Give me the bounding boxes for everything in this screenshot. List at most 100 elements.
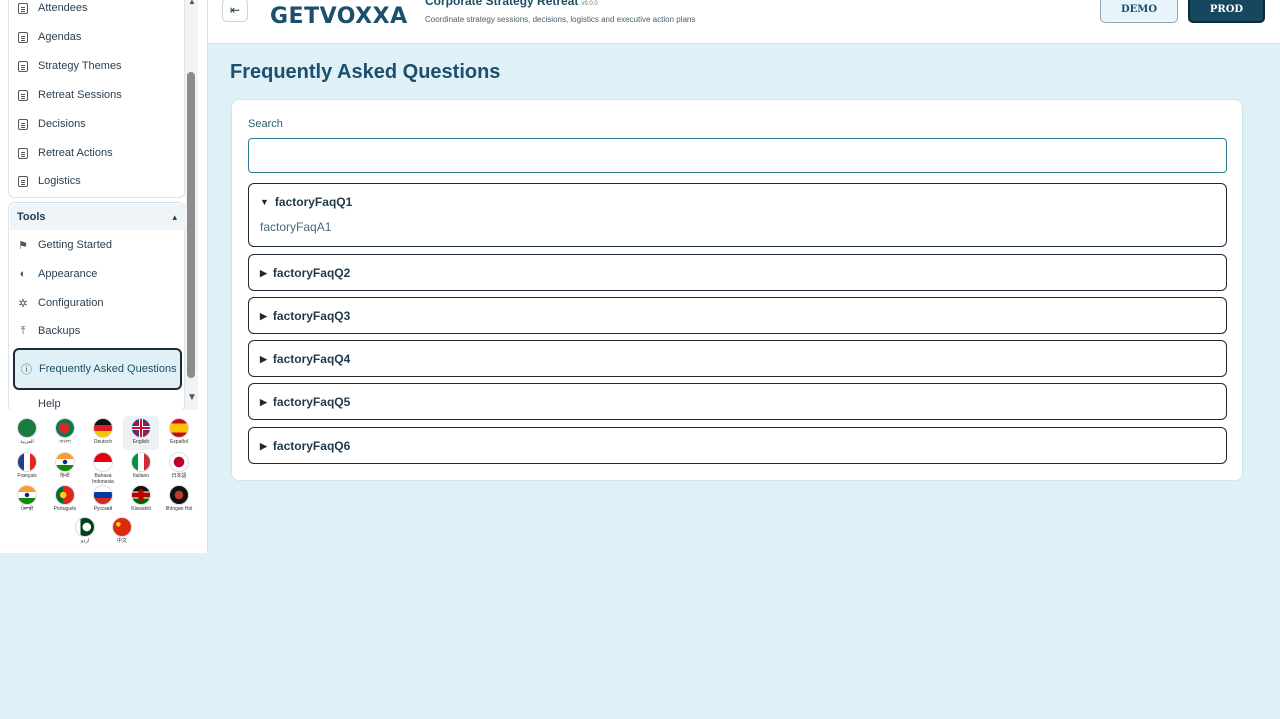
sidebar-item-agendas[interactable]: Agendas bbox=[17, 26, 81, 48]
faq-question[interactable]: ▼ factoryFaqQ1 bbox=[260, 195, 352, 209]
document-icon bbox=[17, 31, 29, 43]
italy-flag-icon bbox=[131, 452, 151, 472]
language-arabic[interactable]: العربية bbox=[9, 418, 45, 445]
klingon-flag-icon bbox=[169, 485, 189, 505]
sidebar: Attendees Agendas Strategy Themes Retrea… bbox=[0, 0, 208, 553]
faq-question[interactable]: ▶ factoryFaqQ5 bbox=[260, 395, 350, 409]
collapse-sidebar-button[interactable]: ⇤ bbox=[222, 0, 248, 22]
sidebar-item-help[interactable]: Help bbox=[17, 393, 61, 410]
language-russian[interactable]: Русский bbox=[85, 485, 121, 512]
language-french[interactable]: Français bbox=[9, 452, 45, 479]
prod-button[interactable]: PROD bbox=[1188, 0, 1265, 23]
tools-group-header[interactable]: Tools ▴ bbox=[10, 204, 185, 230]
sidebar-item-label: Logistics bbox=[38, 175, 81, 187]
sidebar-item-configuration[interactable]: ✲ Configuration bbox=[17, 292, 103, 314]
language-portuguese[interactable]: Português bbox=[47, 485, 83, 512]
sidebar-item-logistics[interactable]: Logistics bbox=[17, 170, 81, 192]
document-icon bbox=[17, 2, 29, 14]
question-circle-icon: ⓘ bbox=[21, 364, 32, 376]
app-title: Corporate Strategy Retreat v9.0.0 bbox=[425, 0, 598, 8]
faq-item[interactable]: ▶ factoryFaqQ5 bbox=[248, 383, 1227, 420]
india-flag-icon bbox=[17, 485, 37, 505]
scroll-down-arrow-icon[interactable]: ▼ bbox=[187, 392, 197, 403]
language-japanese[interactable]: 日本語 bbox=[161, 452, 197, 479]
document-icon bbox=[17, 118, 29, 130]
sidebar-item-label: Retreat Sessions bbox=[38, 89, 122, 101]
faq-item[interactable]: ▶ factoryFaqQ2 bbox=[248, 254, 1227, 291]
sidebar-item-label: Frequently Asked Questions bbox=[39, 362, 177, 375]
china-flag-icon bbox=[112, 517, 132, 537]
sidebar-item-label: Attendees bbox=[38, 2, 88, 14]
language-italian[interactable]: Italiano bbox=[123, 452, 159, 479]
language-chinese[interactable]: 中文 bbox=[104, 517, 140, 544]
sidebar-item-label: Strategy Themes bbox=[38, 60, 122, 72]
language-selector: العربية বাংলা Deutsch English Español Fr… bbox=[0, 410, 200, 550]
sidebar-item-getting-started[interactable]: ⚑ Getting Started bbox=[17, 234, 112, 256]
sidebar-item-label: Configuration bbox=[38, 297, 104, 309]
sidebar-item-strategy-themes[interactable]: Strategy Themes bbox=[17, 55, 122, 77]
faq-question-text: factoryFaqQ1 bbox=[274, 195, 353, 209]
scroll-up-arrow-icon[interactable]: ▲ bbox=[188, 0, 196, 6]
page-title: Frequently Asked Questions bbox=[230, 61, 501, 83]
portugal-flag-icon bbox=[55, 485, 75, 505]
gear-icon: ✲ bbox=[18, 297, 28, 310]
sidebar-scrollbar[interactable]: ▲ ▼ bbox=[185, 0, 198, 410]
language-bangla[interactable]: বাংলা bbox=[47, 418, 83, 445]
app-version: v9.0.0 bbox=[581, 1, 598, 7]
nav-group-data: Attendees Agendas Strategy Themes Retrea… bbox=[8, 0, 185, 198]
sidebar-item-faq[interactable]: ⓘ Frequently Asked Questions bbox=[13, 348, 182, 390]
faq-answer: factoryFaqA1 bbox=[260, 220, 332, 234]
india-flag-icon bbox=[55, 452, 75, 472]
faq-question[interactable]: ▶ factoryFaqQ2 bbox=[260, 266, 350, 280]
search-label: Search bbox=[248, 118, 283, 130]
sidebar-item-appearance[interactable]: ◐ Appearance bbox=[17, 263, 98, 285]
faq-question[interactable]: ▶ factoryFaqQ3 bbox=[260, 309, 350, 323]
palette-icon: ◐ bbox=[19, 268, 27, 280]
france-flag-icon bbox=[17, 452, 37, 472]
faq-question-text: factoryFaqQ4 bbox=[272, 352, 351, 366]
app-logo: GETVOXXA bbox=[270, 4, 408, 29]
caret-right-icon: ▶ bbox=[260, 353, 267, 364]
language-hindi[interactable]: हिन्दी bbox=[47, 452, 83, 479]
saudi-arabia-flag-icon bbox=[17, 418, 37, 438]
faq-item[interactable]: ▶ factoryFaqQ6 bbox=[248, 427, 1227, 464]
faq-item[interactable]: ▶ factoryFaqQ3 bbox=[248, 297, 1227, 334]
language-klingon[interactable]: tlhIngan Hol bbox=[161, 485, 197, 512]
app-title-text: Corporate Strategy Retreat bbox=[425, 0, 579, 8]
language-punjabi[interactable]: ਪੰਜਾਬੀ bbox=[9, 485, 45, 512]
language-urdu[interactable]: اردو bbox=[67, 517, 103, 544]
language-spanish[interactable]: Español bbox=[161, 418, 197, 445]
sidebar-item-label: Decisions bbox=[38, 118, 86, 130]
kenya-flag-icon bbox=[131, 485, 151, 505]
caret-right-icon: ▶ bbox=[260, 396, 267, 407]
document-icon bbox=[17, 147, 29, 159]
faq-question-text: factoryFaqQ2 bbox=[272, 266, 351, 280]
russia-flag-icon bbox=[93, 485, 113, 505]
sidebar-item-label: Agendas bbox=[38, 31, 82, 43]
japan-flag-icon bbox=[169, 452, 189, 472]
faq-item[interactable]: ▼ factoryFaqQ1 factoryFaqA1 bbox=[248, 183, 1227, 247]
faq-question-text: factoryFaqQ5 bbox=[272, 395, 351, 409]
language-indonesian[interactable]: Bahasa Indonesia bbox=[85, 452, 121, 485]
scrollbar-thumb[interactable] bbox=[187, 72, 195, 378]
sidebar-item-label: Retreat Actions bbox=[38, 147, 113, 159]
search-input[interactable] bbox=[248, 138, 1227, 173]
bangladesh-flag-icon bbox=[55, 418, 75, 438]
document-icon bbox=[17, 60, 29, 72]
language-german[interactable]: Deutsch bbox=[85, 418, 121, 445]
faq-card: Search ▼ factoryFaqQ1 factoryFaqA1 ▶ fac… bbox=[231, 99, 1243, 481]
sidebar-item-decisions[interactable]: Decisions bbox=[17, 113, 86, 135]
faq-item[interactable]: ▶ factoryFaqQ4 bbox=[248, 340, 1227, 377]
faq-question[interactable]: ▶ factoryFaqQ6 bbox=[260, 439, 350, 453]
document-icon bbox=[17, 175, 29, 187]
sidebar-item-attendees[interactable]: Attendees bbox=[17, 0, 88, 19]
sidebar-item-retreat-sessions[interactable]: Retreat Sessions bbox=[17, 84, 122, 106]
sidebar-item-label: Backups bbox=[38, 325, 81, 337]
sidebar-item-retreat-actions[interactable]: Retreat Actions bbox=[17, 142, 113, 164]
language-english[interactable]: English bbox=[123, 416, 159, 450]
demo-button[interactable]: DEMO bbox=[1100, 0, 1178, 23]
language-swahili[interactable]: Kiswahili bbox=[123, 485, 159, 512]
sidebar-item-backups[interactable]: ⤒ Backups bbox=[17, 320, 81, 342]
sidebar-nav: Attendees Agendas Strategy Themes Retrea… bbox=[0, 0, 200, 410]
faq-question[interactable]: ▶ factoryFaqQ4 bbox=[260, 352, 350, 366]
